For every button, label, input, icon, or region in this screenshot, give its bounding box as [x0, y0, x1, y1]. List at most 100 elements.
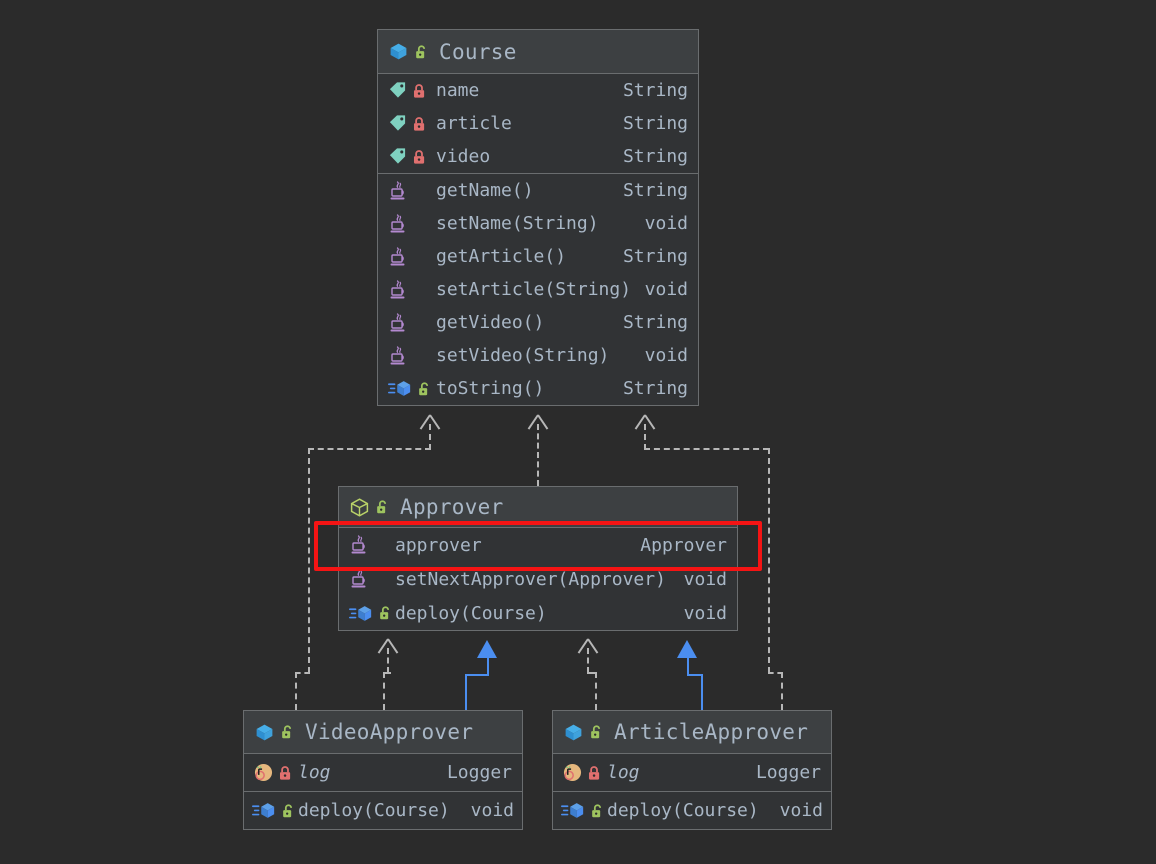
member-icons	[388, 279, 434, 301]
class-header-article-approver: ArticleApprover	[553, 711, 831, 754]
member-name: deploy(Course)	[298, 800, 450, 821]
class-members-approver: approver Approver setNextApprover(Approv…	[339, 528, 737, 630]
member-type: String	[622, 312, 688, 333]
class-box-course[interactable]: Course name String article String video …	[377, 29, 699, 406]
member-type: void	[779, 800, 823, 821]
member-name: approver	[395, 534, 482, 556]
java-method-icon	[388, 279, 408, 301]
class-member-row[interactable]: log Logger	[244, 754, 522, 791]
member-name: video	[436, 146, 491, 167]
member-name: getArticle()	[436, 246, 567, 267]
java-method-icon	[388, 213, 408, 235]
locked-padlock-icon	[278, 765, 293, 781]
class-member-row[interactable]: log Logger	[553, 754, 831, 791]
member-type: void	[683, 568, 727, 590]
locked-padlock-icon	[412, 149, 427, 165]
class-member-row[interactable]: getArticle() String	[378, 240, 698, 273]
member-icons	[388, 180, 434, 202]
member-name: setArticle(String)	[436, 279, 631, 300]
realization-arrowhead-article-to-approver	[677, 640, 697, 658]
member-icons	[349, 568, 393, 590]
unlocked-padlock-icon	[281, 803, 296, 819]
member-type: Logger	[446, 762, 512, 783]
member-type: String	[622, 113, 688, 134]
class-member-row[interactable]: deploy(Course) void	[553, 792, 831, 829]
java-method-icon	[388, 345, 408, 367]
dependency-line-article-to-course-vertical-a	[644, 424, 646, 450]
class-icon	[254, 722, 275, 743]
class-member-row[interactable]: setName(String) void	[378, 207, 698, 240]
field-tag-icon	[388, 147, 407, 166]
class-methods-article-approver: deploy(Course) void	[553, 791, 831, 829]
dependency-line-video-to-course-vertical-b	[308, 448, 310, 673]
dependency-line-video-to-approver-vertical-a	[387, 648, 389, 673]
member-type: void	[470, 800, 514, 821]
java-method-icon	[388, 180, 408, 202]
realization-line-video-to-approver-horizontal	[465, 674, 489, 676]
class-name-course: Course	[439, 39, 517, 64]
class-member-row[interactable]: name String	[378, 74, 698, 107]
member-name: log	[607, 762, 640, 783]
class-member-row[interactable]: setVideo(String) void	[378, 339, 698, 372]
dependency-line-video-to-course-vertical-a	[429, 424, 431, 450]
member-icons	[252, 801, 296, 820]
class-member-row[interactable]: video String	[378, 140, 698, 173]
class-member-row[interactable]: getName() String	[378, 174, 698, 207]
member-type: String	[622, 378, 688, 399]
interface-icon	[349, 497, 370, 518]
unlocked-padlock-icon	[375, 499, 390, 515]
class-member-row[interactable]: setArticle(String) void	[378, 273, 698, 306]
class-member-row[interactable]: deploy(Course) void	[339, 596, 737, 630]
class-box-video-approver[interactable]: VideoApprover log Logger deploy(Course) …	[243, 710, 523, 830]
realization-line-article-to-approver-vertical-a	[687, 656, 689, 676]
class-box-article-approver[interactable]: ArticleApprover log Logger deploy(Course…	[552, 710, 832, 830]
dependency-line-video-to-course-horizontal	[308, 448, 431, 450]
realization-arrowhead-video-to-approver	[477, 640, 497, 658]
member-icons	[388, 345, 434, 367]
java-method-icon	[349, 534, 369, 556]
unlocked-padlock-icon	[280, 724, 295, 740]
member-type: Approver	[640, 534, 727, 556]
class-fields-article-approver: log Logger	[553, 754, 831, 791]
class-fields-course: name String article String video String	[378, 74, 698, 173]
member-icons	[388, 312, 434, 334]
member-name: setNextApprover(Approver)	[395, 568, 666, 590]
member-name: setName(String)	[436, 213, 599, 234]
class-member-row[interactable]: toString() String	[378, 372, 698, 405]
class-name-video-approver: VideoApprover	[305, 720, 474, 744]
dependency-line-video-to-course-horizontal-b	[295, 672, 310, 674]
override-interface-icon	[349, 604, 373, 623]
member-type: void	[644, 345, 688, 366]
realization-line-video-to-approver-vertical-a	[487, 656, 489, 676]
member-type: Logger	[755, 762, 821, 783]
member-icons	[388, 147, 434, 166]
class-member-row[interactable]: getVideo() String	[378, 306, 698, 339]
realization-line-article-to-approver-vertical-b	[701, 674, 703, 710]
class-box-approver[interactable]: Approver approver Approver setNextApprov…	[338, 486, 738, 631]
dependency-line-video-to-course-vertical-c	[295, 672, 297, 710]
member-icons	[349, 604, 393, 623]
class-header-video-approver: VideoApprover	[244, 711, 522, 754]
java-method-icon	[388, 312, 408, 334]
member-icons	[388, 379, 434, 398]
dependency-line-article-to-approver-vertical-a	[587, 648, 589, 673]
class-header-approver: Approver	[339, 487, 737, 528]
class-member-row-approver-field[interactable]: approver Approver	[339, 528, 737, 562]
class-member-row[interactable]: deploy(Course) void	[244, 792, 522, 829]
locked-padlock-icon	[412, 83, 427, 99]
realization-line-video-to-approver-vertical-b	[465, 674, 467, 710]
member-type: void	[683, 602, 727, 624]
class-member-row[interactable]: setNextApprover(Approver) void	[339, 562, 737, 596]
member-icons	[561, 801, 605, 820]
member-type: String	[622, 146, 688, 167]
override-class-icon	[388, 379, 412, 398]
override-class-icon	[561, 801, 585, 820]
member-icons	[254, 763, 296, 782]
class-name-approver: Approver	[400, 495, 504, 519]
class-member-row[interactable]: article String	[378, 107, 698, 140]
class-header-course: Course	[378, 30, 698, 74]
uml-diagram-canvas: Course name String article String video …	[0, 0, 1156, 864]
class-fields-video-approver: log Logger	[244, 754, 522, 791]
member-name: getName()	[436, 180, 534, 201]
member-icons	[349, 534, 393, 556]
